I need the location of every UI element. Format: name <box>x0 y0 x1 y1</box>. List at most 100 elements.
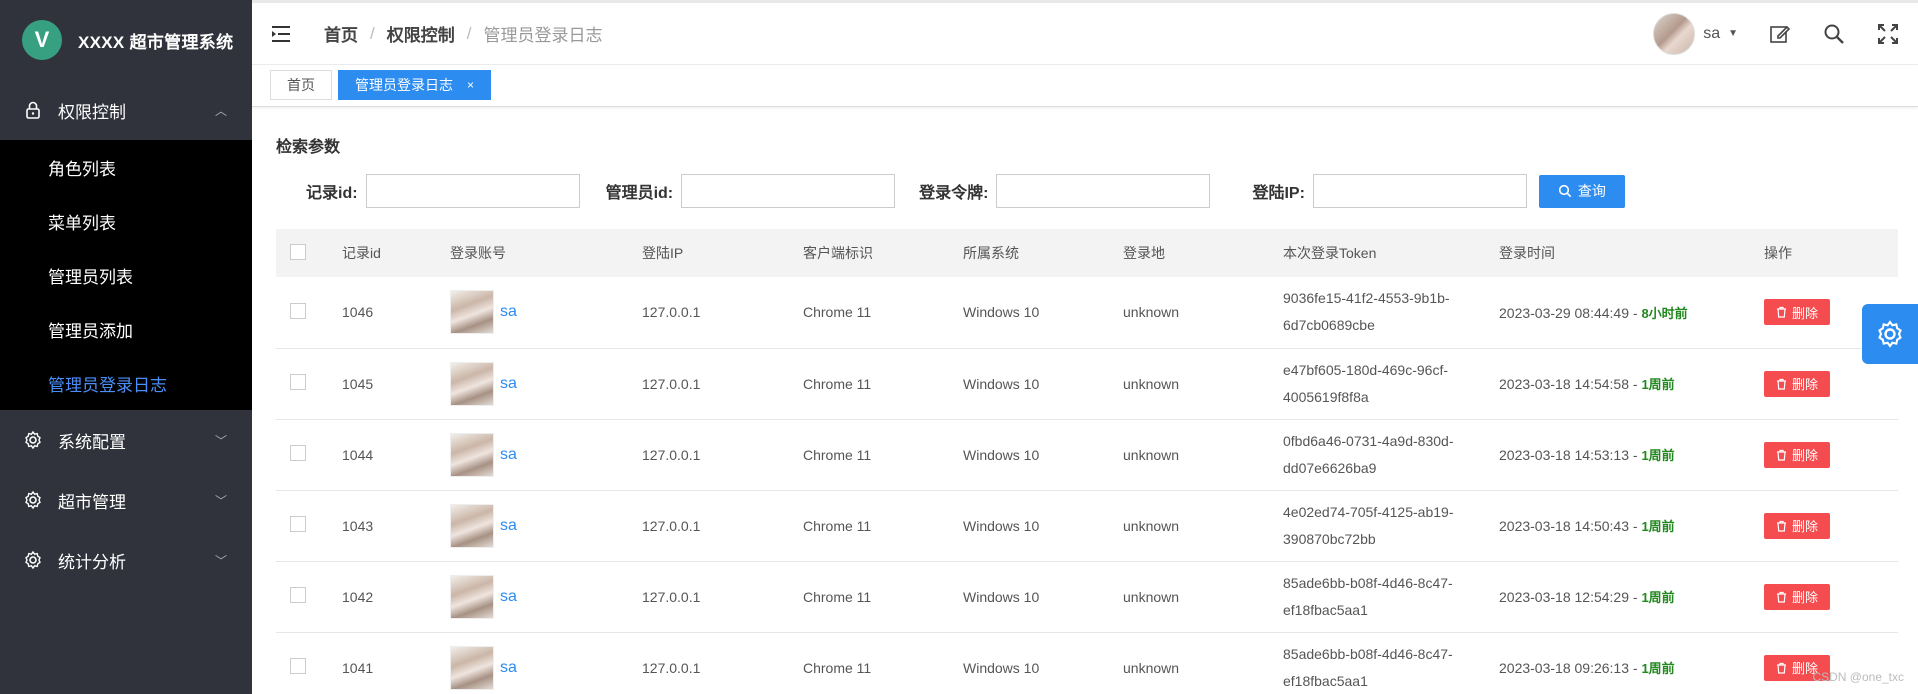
login-token-input[interactable] <box>996 174 1211 208</box>
cell-os: Windows 10 <box>963 304 1040 321</box>
avatar[interactable] <box>1653 12 1696 55</box>
account-link[interactable]: sa <box>500 517 517 535</box>
account-avatar <box>450 503 494 548</box>
time-ago: 1周前 <box>1641 519 1675 534</box>
menu-toggle-icon[interactable] <box>272 22 296 46</box>
main-area: 首页 / 权限控制 / 管理员登录日志 sa ▼ 首页 管理员登录日志 × 检索… <box>252 0 1918 694</box>
sidebar-item-role-list[interactable]: 角色列表 <box>0 140 252 194</box>
account-link[interactable]: sa <box>500 303 517 321</box>
chevron-down-icon: ﹀ <box>214 493 227 508</box>
delete-label: 删除 <box>1791 590 1818 605</box>
breadcrumb-permissions[interactable]: 权限控制 <box>387 21 455 46</box>
close-icon[interactable]: × <box>467 78 474 92</box>
sidebar-item-menu-list[interactable]: 菜单列表 <box>0 194 252 248</box>
watermark: CSDN @one_txc <box>1812 670 1904 684</box>
trash-icon <box>1776 591 1786 603</box>
row-checkbox[interactable] <box>290 374 306 390</box>
query-button[interactable]: 查询 <box>1538 174 1625 208</box>
select-all-checkbox[interactable] <box>290 243 306 260</box>
delete-button[interactable]: 删除 <box>1764 583 1830 610</box>
sidebar-group-label: 系统配置 <box>58 432 126 452</box>
token-line: 6d7cb0689cbe <box>1283 317 1375 334</box>
delete-button[interactable]: 删除 <box>1764 299 1830 326</box>
account-avatar <box>450 574 494 619</box>
time-ago: 1周前 <box>1641 448 1675 463</box>
settings-float-button[interactable] <box>1862 304 1918 364</box>
fullscreen-icon[interactable] <box>1876 22 1900 46</box>
token-line: ef18fbac5aa1 <box>1283 672 1368 689</box>
trash-icon <box>1776 520 1786 532</box>
account-link[interactable]: sa <box>500 446 517 464</box>
search-icon[interactable] <box>1822 22 1846 46</box>
token-line: ef18fbac5aa1 <box>1283 601 1368 618</box>
account-link[interactable]: sa <box>500 588 517 606</box>
cell-time: 2023-03-18 14:53:13 - 1周前 <box>1499 419 1764 490</box>
header-actions: sa ▼ <box>1653 12 1918 55</box>
cell-client: Chrome 11 <box>803 659 872 676</box>
cell-account: sa <box>450 432 642 477</box>
tab-admin-login-log[interactable]: 管理员登录日志 × <box>338 70 492 100</box>
breadcrumb: 首页 / 权限控制 / 管理员登录日志 <box>324 21 602 46</box>
chevron-down-icon: ﹀ <box>214 553 227 568</box>
record-id-input[interactable] <box>365 174 580 208</box>
edit-icon[interactable] <box>1768 22 1792 46</box>
sidebar-group-supermarket[interactable]: 超市管理 ﹀ <box>0 470 252 530</box>
trash-icon <box>1776 307 1786 318</box>
sidebar-item-admin-add[interactable]: 管理员添加 <box>0 302 252 356</box>
column-header[interactable]: 所属系统 <box>963 229 1123 277</box>
cell-time: 2023-03-18 09:26:13 - 1周前 <box>1499 632 1764 694</box>
cell-location: unknown <box>1123 588 1180 605</box>
column-header[interactable]: 登录账号 <box>450 229 642 277</box>
column-header[interactable]: 客户端标识 <box>803 229 963 277</box>
row-checkbox[interactable] <box>290 302 306 319</box>
account-link[interactable]: sa <box>500 375 517 393</box>
breadcrumb-home[interactable]: 首页 <box>324 21 358 46</box>
row-checkbox[interactable] <box>290 445 306 461</box>
account-link[interactable]: sa <box>500 659 517 677</box>
cell-os: Windows 10 <box>963 659 1040 676</box>
brand[interactable]: V XXXX 超市管理系统 <box>0 0 252 80</box>
row-checkbox[interactable] <box>290 658 306 674</box>
table-row: 1044 sa 127.0.0.1 Chrome 11 Windows 10 u… <box>276 419 1898 490</box>
search-title: 检索参数 <box>276 139 341 156</box>
chevron-down-icon: ﹀ <box>214 433 227 448</box>
breadcrumb-separator: / <box>370 23 375 43</box>
row-checkbox[interactable] <box>290 516 306 532</box>
cell-ip: 127.0.0.1 <box>642 304 701 321</box>
cell-account: sa <box>450 574 642 619</box>
gear-icon <box>22 489 44 511</box>
user-name[interactable]: sa <box>1703 25 1720 43</box>
column-header[interactable]: 登陆IP <box>642 229 803 277</box>
column-header[interactable]: 本次登录Token <box>1283 229 1499 277</box>
sidebar-item-admin-list[interactable]: 管理员列表 <box>0 248 252 302</box>
table-header-row: 记录id 登录账号 登陆IP 客户端标识 所属系统 登录地 本次登录Token … <box>276 229 1898 277</box>
column-header[interactable]: 记录id <box>342 229 450 277</box>
delete-button[interactable]: 删除 <box>1764 370 1830 397</box>
tab-home[interactable]: 首页 <box>270 70 332 100</box>
column-header[interactable]: 登录地 <box>1123 229 1283 277</box>
caret-down-icon[interactable]: ▼ <box>1728 28 1738 39</box>
delete-button[interactable]: 删除 <box>1764 512 1830 539</box>
sidebar-group-system-config[interactable]: 系统配置 ﹀ <box>0 410 252 470</box>
row-checkbox[interactable] <box>290 587 306 603</box>
sidebar-group-permissions[interactable]: 权限控制 ︿ <box>0 80 252 140</box>
field-record-id: 记录id: <box>306 174 580 208</box>
cell-id: 1046 <box>342 304 374 321</box>
cell-id: 1042 <box>342 588 374 605</box>
sidebar-group-statistics[interactable]: 统计分析 ﹀ <box>0 530 252 590</box>
login-ip-input[interactable] <box>1312 174 1527 208</box>
column-header[interactable]: 登录时间 <box>1499 229 1764 277</box>
time-ago: 8小时前 <box>1641 305 1688 321</box>
delete-button[interactable]: 删除 <box>1764 441 1830 468</box>
login-time: 2023-03-29 08:44:49 - <box>1499 304 1638 321</box>
sidebar-item-admin-login-log[interactable]: 管理员登录日志 <box>0 356 252 410</box>
token-line: 4005619f8f8a <box>1283 388 1369 405</box>
field-login-ip: 登陆IP: <box>1252 174 1527 208</box>
time-ago: 1周前 <box>1641 661 1675 676</box>
delete-label: 删除 <box>1791 519 1818 534</box>
cell-time: 2023-03-29 08:44:49 - 8小时前 <box>1499 277 1764 348</box>
admin-id-input[interactable] <box>681 174 896 208</box>
time-ago: 1周前 <box>1641 377 1675 392</box>
field-label: 管理员id: <box>605 185 674 202</box>
cell-token: 85ade6bb-b08f-4d46-8c47- ef18fbac5aa1 <box>1283 570 1473 624</box>
